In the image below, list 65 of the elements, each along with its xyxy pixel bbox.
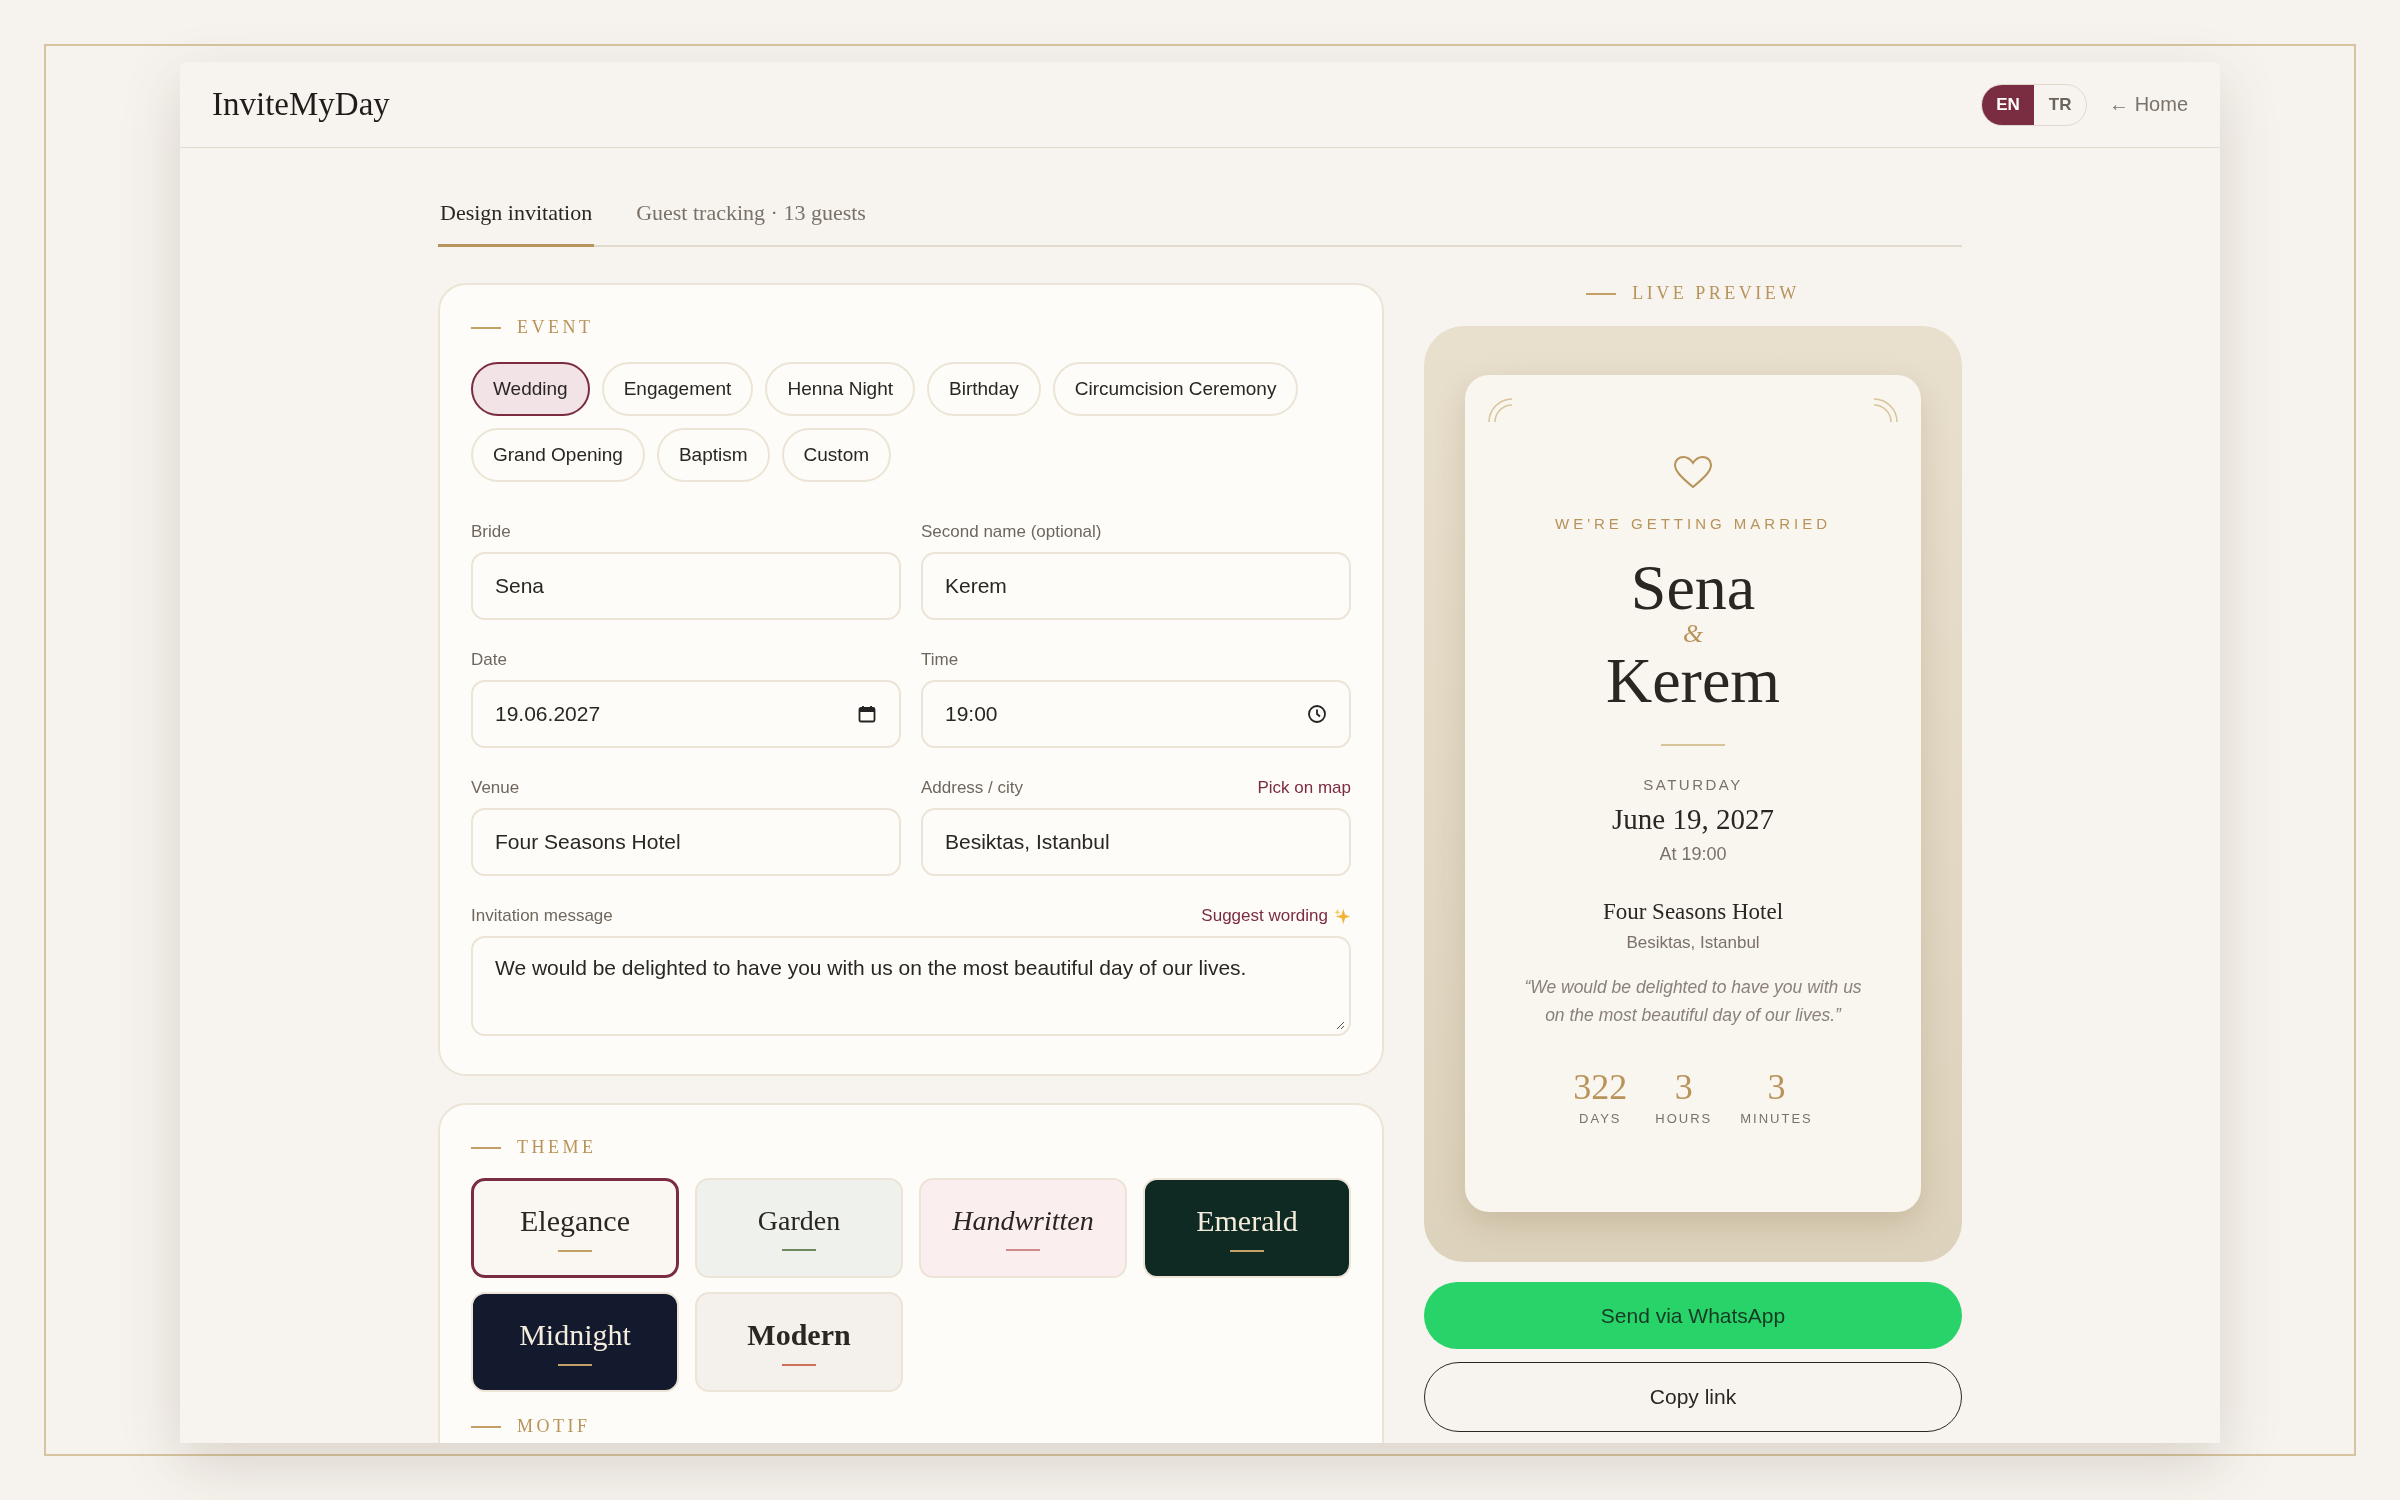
text-field[interactable]: Four Seasons Hotel [471, 808, 901, 876]
date-field[interactable]: 19.06.2027 [471, 680, 901, 748]
event-type-chip[interactable]: Baptism [656, 428, 770, 482]
time-field[interactable]: 19:00 [921, 680, 1351, 748]
theme-option[interactable]: Modern [695, 1292, 903, 1392]
tab[interactable]: Guest tracking · 13 guests [634, 200, 868, 247]
ampersand: & [1682, 621, 1704, 648]
corner-ornament-icon [1873, 397, 1899, 423]
section-title: MOTIF [517, 1416, 591, 1437]
invitation-weekday: SATURDAY [1643, 776, 1743, 794]
theme-option[interactable]: Emerald [1143, 1178, 1351, 1278]
field-label: Bride [471, 522, 511, 542]
clock-icon[interactable] [1307, 704, 1327, 724]
language-option[interactable]: TR [2034, 84, 2087, 125]
field-label: Time [921, 650, 959, 670]
event-type-chip[interactable]: Birthday [927, 362, 1041, 416]
field-label: Date [471, 650, 507, 670]
event-type-chip[interactable]: Custom [781, 428, 892, 482]
event-type-chip[interactable]: Wedding [471, 362, 590, 416]
countdown-value: 3 [1674, 1069, 1693, 1106]
countdown-value: 322 [1573, 1069, 1628, 1106]
countdown-value: 3 [1767, 1069, 1786, 1106]
text-field[interactable]: Kerem [921, 552, 1351, 620]
copy-link-button[interactable]: Copy link [1424, 1362, 1962, 1432]
language-option[interactable]: EN [1982, 84, 2035, 125]
tab[interactable]: Design invitation [438, 200, 595, 247]
heart-icon [1673, 455, 1713, 489]
theme-option[interactable]: Garden [695, 1178, 903, 1278]
section-title: THEME [517, 1137, 597, 1158]
theme-option[interactable]: Elegance [471, 1178, 679, 1278]
sparkle-icon [1334, 907, 1351, 925]
field-label: Venue [471, 778, 520, 798]
field-label: Invitation message [471, 906, 613, 926]
invitation-name: Kerem [1605, 647, 1781, 715]
invitation-name: Sena [1630, 554, 1756, 622]
event-type-chip[interactable]: Circumcision Ceremony [1052, 362, 1299, 416]
invitation-headline: WE'RE GETTING MARRIED [1554, 515, 1831, 532]
calendar-icon[interactable] [857, 704, 877, 724]
home-link[interactable]: ← Home [2109, 93, 2188, 116]
app-logo[interactable]: InviteMyDay [212, 86, 390, 123]
corner-ornament-icon [1487, 397, 1513, 423]
field-label: Address / city [921, 778, 1024, 798]
section-title: EVENT [517, 317, 594, 338]
countdown-unit: MINUTES [1740, 1111, 1813, 1127]
message-field[interactable]: We would be delighted to have you with us on the most beautiful day of our lives. [471, 936, 1351, 1036]
invitation-date: June 19, 2027 [1612, 803, 1774, 837]
text-field[interactable]: Besiktas, Istanbul [921, 808, 1351, 876]
event-type-chip[interactable]: Grand Opening [471, 428, 645, 482]
event-type-chip[interactable]: Henna Night [765, 362, 916, 416]
invitation-time: At 19:00 [1659, 844, 1727, 866]
field-action-link[interactable]: Suggest wording [1201, 906, 1351, 926]
invitation-city: Besiktas, Istanbul [1626, 933, 1760, 954]
invitation-venue: Four Seasons Hotel [1602, 899, 1784, 926]
countdown-unit: DAYS [1579, 1111, 1622, 1127]
resize-grip-icon[interactable] [1335, 1020, 1345, 1030]
countdown-unit: HOURS [1655, 1111, 1713, 1127]
whatsapp-button[interactable]: Send via WhatsApp [1424, 1282, 1962, 1349]
theme-option[interactable]: Handwritten [919, 1178, 1127, 1278]
event-type-chip[interactable]: Engagement [601, 362, 754, 416]
section-title: LIVE PREVIEW [1632, 283, 1800, 304]
field-label: Second name (optional) [921, 522, 1102, 542]
theme-option[interactable]: Midnight [471, 1292, 679, 1392]
invitation-message: “We would be delighted to have you with us on the most beautiful day of our lives.” [1523, 976, 1863, 1028]
text-field[interactable]: Sena [471, 552, 901, 620]
field-action-link[interactable]: Pick on map [1257, 778, 1351, 798]
